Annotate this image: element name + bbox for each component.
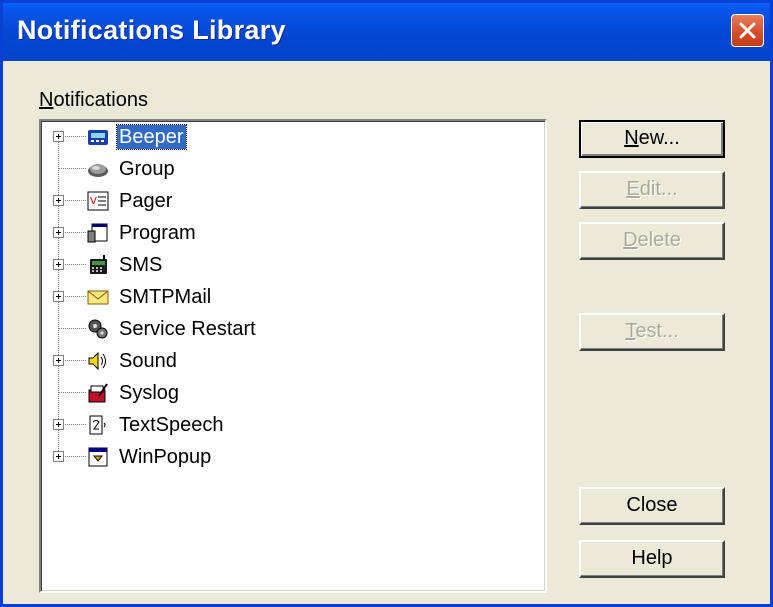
service-restart-icon <box>88 319 108 339</box>
sound-icon <box>88 351 106 371</box>
tree-item-beeper[interactable]: Beeper <box>41 122 521 152</box>
expand-icon[interactable] <box>53 195 64 206</box>
sms-icon <box>90 255 107 274</box>
close-icon <box>739 22 756 39</box>
tree-item-label: Sound <box>119 350 177 372</box>
tree-item-program[interactable]: Program <box>41 218 521 248</box>
notifications-tree[interactable]: Beeper Group V Pager Program SMS SMTPMai… <box>39 119 547 593</box>
text-speech-icon <box>89 415 106 435</box>
tree-item-label: Syslog <box>119 382 180 404</box>
pager-icon: V <box>87 191 109 211</box>
program-icon <box>87 223 108 243</box>
expand-icon[interactable] <box>53 227 64 238</box>
notifications-library-dialog: Notifications Library Notifications Beep… <box>0 0 773 607</box>
tree-item-sound[interactable]: Sound <box>41 346 521 376</box>
expand-icon[interactable] <box>53 451 64 462</box>
delete-button[interactable]: Delete <box>579 222 725 260</box>
tree-item-pager[interactable]: V Pager <box>41 186 521 216</box>
tree-item-label: Program <box>119 222 196 244</box>
notifications-label: Notifications <box>39 89 148 111</box>
close-button[interactable]: Close <box>579 487 725 525</box>
beeper-icon <box>88 130 108 145</box>
tree-item-smtpmail[interactable]: SMTPMail <box>41 282 521 312</box>
tree-item-service-restart[interactable]: Service Restart <box>41 314 521 344</box>
tree-item-label: WinPopup <box>119 446 212 468</box>
mail-icon <box>87 290 109 305</box>
expand-icon[interactable] <box>53 131 64 142</box>
tree-item-textspeech[interactable]: TextSpeech <box>41 410 521 440</box>
winpopup-icon <box>88 447 108 467</box>
syslog-icon <box>88 383 108 403</box>
window-title: Notifications Library <box>17 15 286 45</box>
tree-item-sms[interactable]: SMS <box>41 250 521 280</box>
expand-icon[interactable] <box>53 355 64 366</box>
tree-item-label: SMS <box>119 254 163 276</box>
edit-button[interactable]: Edit... <box>579 171 725 209</box>
new-button[interactable]: New... <box>579 120 725 158</box>
tree-item-label: Service Restart <box>119 318 256 340</box>
tree-item-winpopup[interactable]: WinPopup <box>41 442 521 472</box>
tree-item-label: Beeper <box>116 124 187 150</box>
group-icon <box>88 164 108 177</box>
title-bar[interactable]: Notifications Library <box>3 3 770 61</box>
tree-item-label: SMTPMail <box>119 286 212 308</box>
tree-item-label: Group <box>119 158 175 180</box>
tree-item-group[interactable]: Group <box>41 154 521 184</box>
test-button[interactable]: Test... <box>579 313 725 351</box>
expand-icon[interactable] <box>53 259 64 270</box>
expand-icon[interactable] <box>53 419 64 430</box>
tree-item-label: Pager <box>119 190 173 212</box>
svg-text:V: V <box>90 196 97 207</box>
expand-icon[interactable] <box>53 291 64 302</box>
tree-item-syslog[interactable]: Syslog <box>41 378 521 408</box>
close-window-button[interactable] <box>731 14 764 47</box>
help-button[interactable]: Help <box>579 540 725 578</box>
tree-item-label: TextSpeech <box>119 414 224 436</box>
